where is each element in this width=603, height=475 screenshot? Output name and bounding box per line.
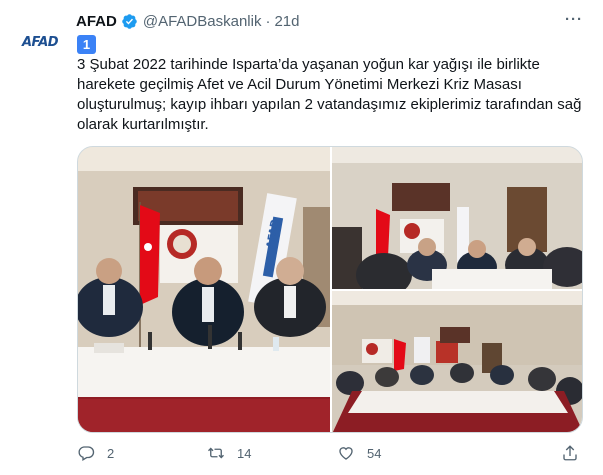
share-icon	[563, 445, 577, 461]
tweet-actions: 2 14 54	[77, 441, 583, 465]
photo-press-conference-image: AFAD	[78, 147, 330, 432]
author-name[interactable]: AFAD	[76, 13, 117, 30]
photo-meeting-room[interactable]	[332, 147, 582, 289]
photo-meeting-room-image	[332, 147, 582, 289]
tweet-media-grid: AFAD	[77, 146, 583, 433]
photo-crisis-desk[interactable]	[332, 291, 582, 432]
tweet-line: olarak kurtarılmıştır.	[77, 116, 209, 133]
badge-label: 1	[82, 37, 91, 52]
more-icon[interactable]: ···	[565, 11, 583, 28]
tweet-time[interactable]: 21d	[274, 13, 299, 30]
separator-dot: ·	[265, 12, 271, 30]
verified-badge-icon	[121, 13, 138, 30]
reply-button[interactable]: 2	[77, 444, 207, 462]
like-button[interactable]: 54	[337, 444, 467, 462]
like-count: 54	[367, 445, 382, 461]
retweet-icon	[208, 447, 224, 459]
author-handle[interactable]: @AFADBaskanlik	[143, 13, 262, 30]
retweet-button[interactable]: 14	[207, 444, 337, 462]
tweet-text: 3 Şubat 2022 tarihinde Isparta’da yaşana…	[77, 55, 585, 135]
reply-count: 2	[107, 445, 115, 461]
photo-crisis-desk-image	[332, 291, 582, 432]
number-badge-icon: 1	[77, 35, 96, 54]
tweet-line: oluşturulmuş; kayıp ihbarı yapılan 2 vat…	[77, 96, 582, 113]
tweet-header: AFAD @AFADBaskanlik · 21d ···	[76, 11, 583, 31]
avatar-logo-text: AFAD	[21, 34, 59, 50]
photo-press-conference[interactable]: AFAD	[78, 147, 330, 432]
heart-icon	[339, 447, 353, 460]
author-avatar[interactable]: AFAD	[18, 20, 62, 64]
reply-icon	[78, 446, 95, 461]
tweet-line: harekete geçilmiş Afet ve Acil Durum Yön…	[77, 76, 522, 93]
retweet-count: 14	[237, 445, 252, 461]
tweet-line: 3 Şubat 2022 tarihinde Isparta’da yaşana…	[77, 56, 540, 73]
share-button[interactable]	[561, 444, 579, 462]
